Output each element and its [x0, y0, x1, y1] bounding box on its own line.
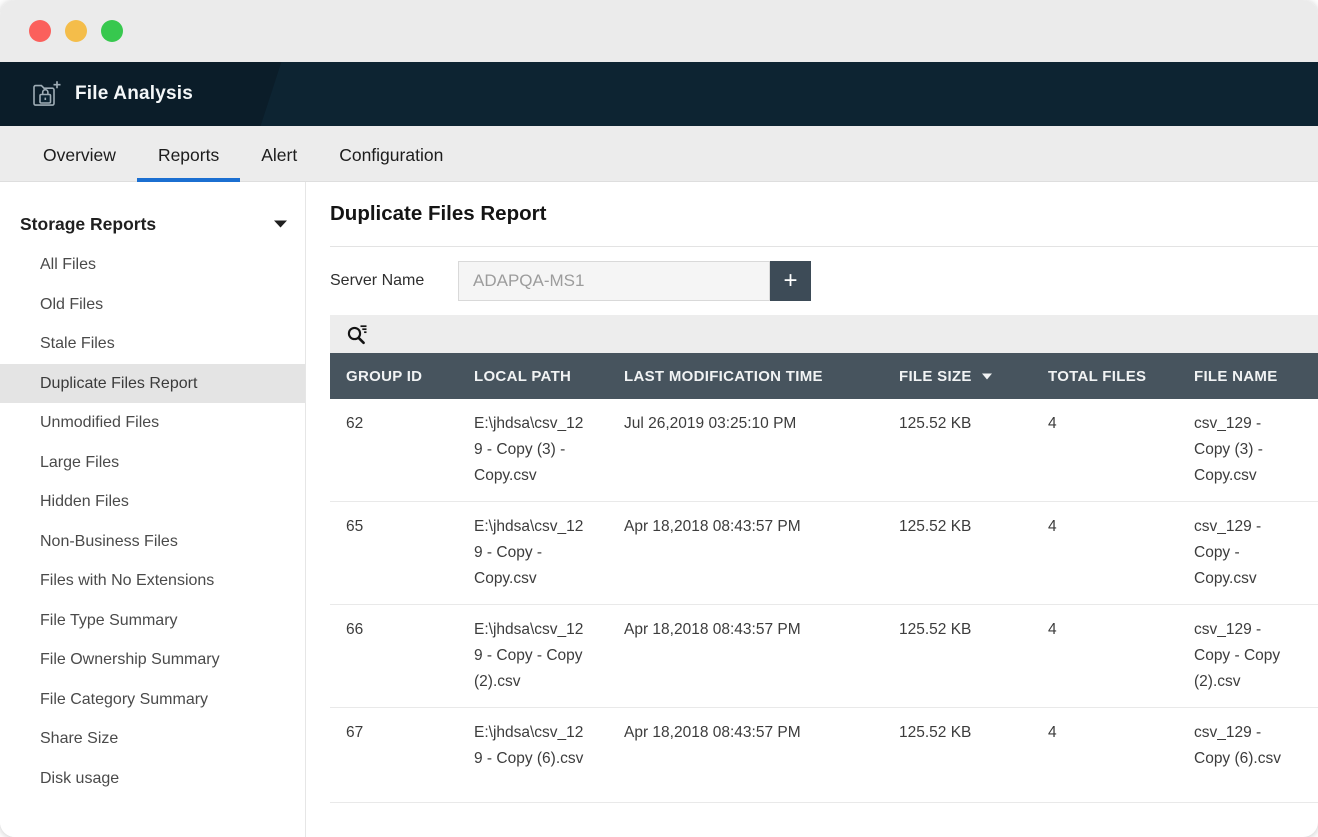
cell-file-name: csv_129 - Copy (6).csv	[1178, 708, 1318, 803]
title-divider	[330, 246, 1318, 247]
sidebar-item-large-files[interactable]: Large Files	[0, 443, 305, 483]
cell-last-modification-time: Apr 18,2018 08:43:57 PM	[608, 502, 883, 605]
column-header-total-files[interactable]: TOTAL FILES	[1032, 353, 1178, 399]
sidebar-item-non-business-files[interactable]: Non-Business Files	[0, 522, 305, 562]
duplicate-files-table: GROUP ID LOCAL PATH LAST MODIFICATION TI…	[330, 353, 1318, 803]
server-name-input[interactable]	[458, 261, 770, 301]
sidebar-item-files-with-no-extensions[interactable]: Files with No Extensions	[0, 561, 305, 601]
column-label: GROUP ID	[346, 368, 422, 385]
sidebar-item-file-ownership-summary[interactable]: File Ownership Summary	[0, 640, 305, 680]
table-toolbar	[330, 315, 1318, 353]
server-name-label: Server Name	[330, 272, 458, 290]
column-label: FILE NAME	[1194, 368, 1278, 385]
cell-total-files: 4	[1032, 399, 1178, 502]
column-header-file-name[interactable]: FILE NAME	[1178, 353, 1318, 399]
tab-configuration[interactable]: Configuration	[318, 126, 464, 182]
chevron-down-icon	[274, 220, 287, 228]
cell-total-files: 4	[1032, 708, 1178, 803]
app-window: File Analysis OverviewReportsAlertConfig…	[0, 0, 1318, 837]
sidebar-item-file-type-summary[interactable]: File Type Summary	[0, 601, 305, 641]
tab-reports[interactable]: Reports	[137, 126, 240, 182]
cell-file-size: 125.52 KB	[883, 502, 1032, 605]
column-label: FILE SIZE	[899, 368, 972, 385]
sidebar-item-duplicate-files-report[interactable]: Duplicate Files Report	[0, 364, 305, 404]
sidebar-item-unmodified-files[interactable]: Unmodified Files	[0, 403, 305, 443]
sidebar-item-disk-usage[interactable]: Disk usage	[0, 759, 305, 799]
sidebar-item-share-size[interactable]: Share Size	[0, 719, 305, 759]
sidebar-item-file-category-summary[interactable]: File Category Summary	[0, 680, 305, 720]
sidebar-section-storage-reports[interactable]: Storage Reports	[0, 203, 305, 245]
cell-file-size: 125.52 KB	[883, 708, 1032, 803]
cell-file-name: csv_129 - Copy (3) - Copy.csv	[1178, 399, 1318, 502]
column-header-last-modification-time[interactable]: LAST MODIFICATION TIME	[608, 353, 883, 399]
table-header-row: GROUP ID LOCAL PATH LAST MODIFICATION TI…	[330, 353, 1318, 399]
cell-local-path: E:\jhdsa\csv_129 - Copy (3) - Copy.csv	[458, 399, 608, 502]
content-area: Storage Reports All FilesOld FilesStale …	[0, 182, 1318, 837]
tab-bar: OverviewReportsAlertConfiguration	[0, 126, 1318, 182]
sidebar: Storage Reports All FilesOld FilesStale …	[0, 182, 306, 837]
cell-local-path: E:\jhdsa\csv_129 - Copy - Copy.csv	[458, 502, 608, 605]
column-header-local-path[interactable]: LOCAL PATH	[458, 353, 608, 399]
cell-total-files: 4	[1032, 605, 1178, 708]
table-body: 62E:\jhdsa\csv_129 - Copy (3) - Copy.csv…	[330, 399, 1318, 803]
table-row[interactable]: 62E:\jhdsa\csv_129 - Copy (3) - Copy.csv…	[330, 399, 1318, 502]
cell-file-size: 125.52 KB	[883, 605, 1032, 708]
cell-file-name: csv_129 - Copy - Copy (2).csv	[1178, 605, 1318, 708]
tab-overview[interactable]: Overview	[22, 126, 137, 182]
sidebar-list: All FilesOld FilesStale FilesDuplicate F…	[0, 245, 305, 798]
sidebar-item-hidden-files[interactable]: Hidden Files	[0, 482, 305, 522]
app-title: File Analysis	[75, 83, 193, 105]
table-row[interactable]: 66E:\jhdsa\csv_129 - Copy - Copy (2).csv…	[330, 605, 1318, 708]
cell-last-modification-time: Apr 18,2018 08:43:57 PM	[608, 605, 883, 708]
column-label: LOCAL PATH	[474, 368, 571, 385]
cell-total-files: 4	[1032, 502, 1178, 605]
main-panel: Duplicate Files Report Server Name +	[306, 182, 1318, 837]
cell-file-size: 125.52 KB	[883, 399, 1032, 502]
cell-group-id: 65	[330, 502, 458, 605]
cell-file-name: csv_129 - Copy - Copy.csv	[1178, 502, 1318, 605]
search-filter-icon[interactable]	[345, 322, 369, 346]
column-header-group-id[interactable]: GROUP ID	[330, 353, 458, 399]
column-label: TOTAL FILES	[1048, 368, 1146, 385]
minimize-window-button[interactable]	[65, 20, 87, 42]
server-name-row: Server Name +	[330, 261, 1318, 301]
cell-group-id: 66	[330, 605, 458, 708]
column-label: LAST MODIFICATION TIME	[624, 368, 823, 385]
app-header: File Analysis	[0, 62, 1318, 126]
zoom-window-button[interactable]	[101, 20, 123, 42]
sidebar-item-stale-files[interactable]: Stale Files	[0, 324, 305, 364]
sidebar-item-all-files[interactable]: All Files	[0, 245, 305, 285]
sidebar-item-old-files[interactable]: Old Files	[0, 285, 305, 325]
column-header-file-size[interactable]: FILE SIZE	[883, 353, 1032, 399]
cell-last-modification-time: Jul 26,2019 03:25:10 PM	[608, 399, 883, 502]
table-row[interactable]: 67E:\jhdsa\csv_129 - Copy (6).csvApr 18,…	[330, 708, 1318, 803]
cell-group-id: 67	[330, 708, 458, 803]
sidebar-section-title: Storage Reports	[20, 214, 274, 235]
folder-lock-plus-icon	[30, 78, 62, 110]
table-row[interactable]: 65E:\jhdsa\csv_129 - Copy - Copy.csvApr …	[330, 502, 1318, 605]
window-titlebar	[0, 0, 1318, 62]
cell-last-modification-time: Apr 18,2018 08:43:57 PM	[608, 708, 883, 803]
add-server-button[interactable]: +	[770, 261, 811, 301]
page-title: Duplicate Files Report	[330, 200, 1318, 228]
cell-local-path: E:\jhdsa\csv_129 - Copy - Copy (2).csv	[458, 605, 608, 708]
close-window-button[interactable]	[29, 20, 51, 42]
cell-group-id: 62	[330, 399, 458, 502]
cell-local-path: E:\jhdsa\csv_129 - Copy (6).csv	[458, 708, 608, 803]
sort-desc-icon	[982, 367, 992, 384]
tab-alert[interactable]: Alert	[240, 126, 318, 182]
